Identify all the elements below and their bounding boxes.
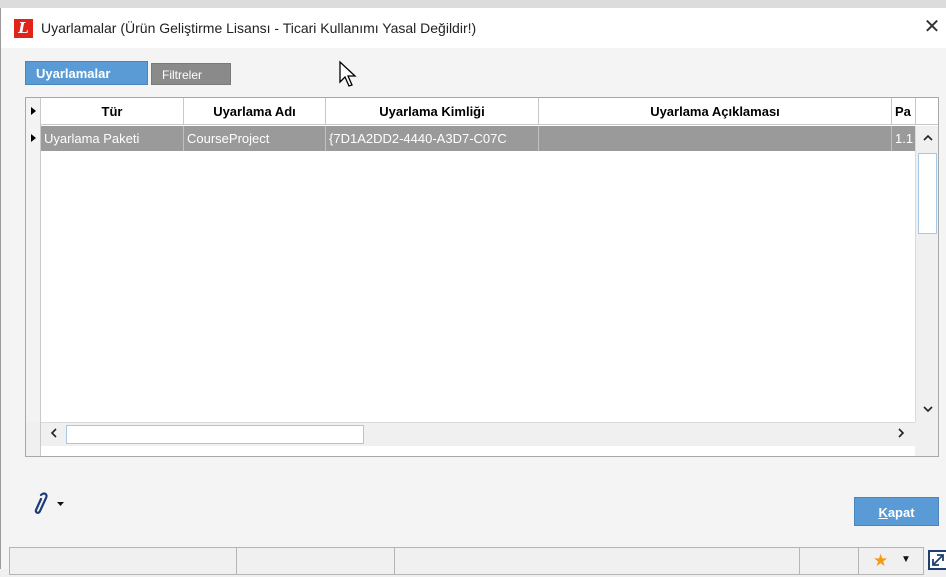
cell-tur[interactable]: Uyarlama Paketi — [41, 126, 184, 151]
chevron-down-icon: ▼ — [901, 554, 911, 565]
status-panel-4 — [799, 547, 859, 575]
horizontal-scroll-thumb[interactable] — [66, 425, 364, 444]
cell-uyarlama-aciklamasi[interactable] — [539, 126, 892, 151]
grid-header: Tür Uyarlama Adı Uyarlama Kimliği Uyarla… — [26, 98, 938, 125]
vertical-scroll-thumb[interactable] — [918, 153, 937, 234]
status-panel-1 — [9, 547, 237, 575]
title-bar: L Uyarlamalar (Ürün Geliştirme Lisansı -… — [1, 8, 946, 48]
data-grid: Tür Uyarlama Adı Uyarlama Kimliği Uyarla… — [25, 97, 939, 457]
background-fragment: ~~~~~ — [30, 0, 63, 6]
grid-gutter — [26, 422, 41, 456]
chevron-down-icon — [57, 502, 64, 506]
cell-uyarlama-kimligi[interactable]: {7D1A2DD2-4440-A3D7-C07C — [326, 126, 539, 151]
column-header-tur[interactable]: Tür — [41, 98, 184, 125]
close-button[interactable]: ✕ — [917, 12, 946, 42]
horizontal-scrollbar[interactable] — [41, 422, 915, 446]
background-window-strip: ~~~~~ — [0, 0, 946, 8]
row-indicator-column — [26, 98, 41, 422]
paperclip-icon — [34, 492, 64, 514]
scroll-right-icon[interactable] — [891, 424, 912, 445]
vertical-scrollbar[interactable] — [915, 126, 938, 422]
status-bar: ★ ▼ — [9, 545, 946, 577]
window-title: Uyarlamalar (Ürün Geliştirme Lisansı - T… — [41, 20, 477, 36]
tab-uyarlamalar[interactable]: Uyarlamalar — [25, 61, 148, 85]
column-header-uyarlama-adi[interactable]: Uyarlama Adı — [184, 98, 326, 125]
column-header-uyarlama-aciklamasi[interactable]: Uyarlama Açıklaması — [539, 98, 892, 125]
column-header-pa[interactable]: Pa — [892, 98, 916, 125]
dialog-window: L Uyarlamalar (Ürün Geliştirme Lisansı -… — [0, 8, 946, 575]
close-dialog-button[interactable]: Kapat — [854, 497, 939, 526]
scroll-down-icon[interactable] — [917, 399, 938, 420]
star-icon: ★ — [873, 551, 889, 570]
header-indicator-icon — [31, 107, 36, 115]
column-header-uyarlama-kimligi[interactable]: Uyarlama Kimliği — [326, 98, 539, 125]
cell-uyarlama-adi[interactable]: CourseProject — [184, 126, 326, 151]
status-panel-2 — [236, 547, 395, 575]
scrollbar-corner — [915, 422, 938, 456]
attachment-menu-button[interactable] — [31, 491, 71, 517]
expand-icon[interactable] — [928, 549, 946, 571]
mouse-cursor-icon — [339, 60, 357, 87]
table-row[interactable]: Uyarlama Paketi CourseProject {7D1A2DD2-… — [41, 126, 916, 151]
scroll-left-icon[interactable] — [43, 424, 64, 445]
scroll-up-icon[interactable] — [917, 127, 938, 148]
current-row-indicator-icon — [31, 134, 36, 142]
logo-icon: L — [14, 19, 33, 38]
tab-filtreler[interactable]: Filtreler — [151, 63, 231, 85]
status-panel-3 — [394, 547, 800, 575]
favorites-menu-button[interactable]: ★ ▼ — [858, 547, 924, 575]
cell-pa[interactable]: 1.1 — [892, 126, 916, 151]
